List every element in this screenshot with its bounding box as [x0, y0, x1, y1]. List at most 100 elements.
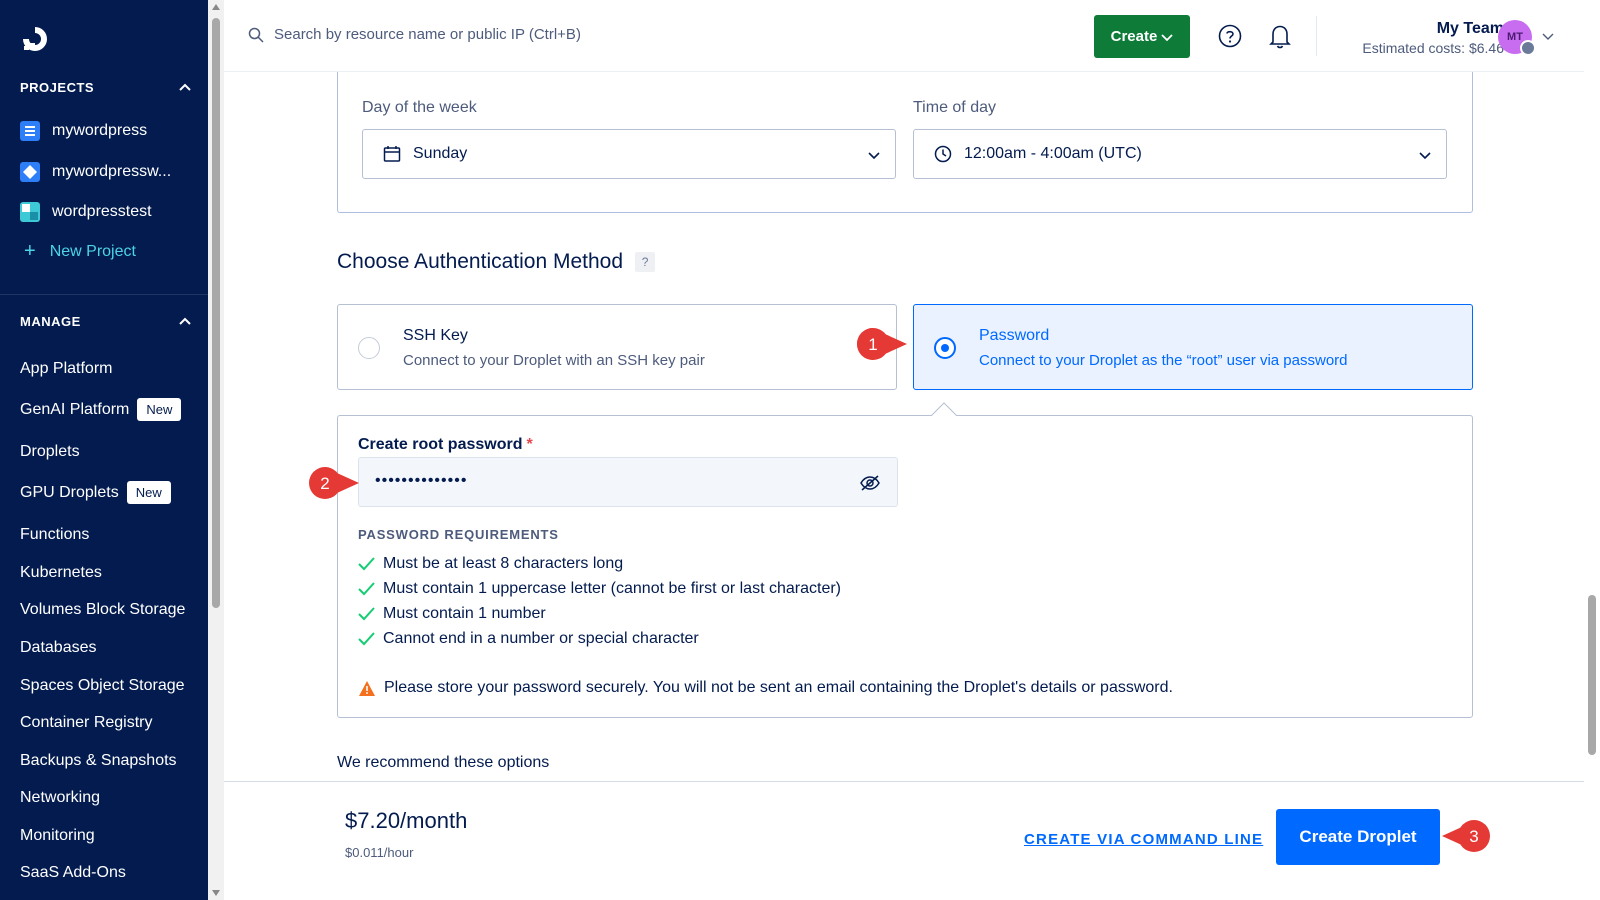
sidebar-project-mywordpressw[interactable]: mywordpressw...	[20, 162, 171, 182]
main-scrollbar[interactable]	[1584, 0, 1600, 900]
project-label: wordpresstest	[52, 203, 152, 220]
search-placeholder: Search by resource name or public IP (Ct…	[274, 26, 581, 43]
digitalocean-logo-icon[interactable]	[20, 24, 50, 54]
recommend-heading: We recommend these options	[337, 754, 550, 771]
manage-section-header[interactable]: MANAGE	[20, 314, 192, 329]
password-option-title: Password	[979, 327, 1050, 344]
warning-text: Please store your password securely. You…	[384, 679, 1173, 696]
requirement-item: Cannot end in a number or special charac…	[358, 630, 699, 648]
help-tooltip-icon[interactable]: ?	[635, 252, 656, 272]
requirement-item: Must be at least 8 characters long	[358, 555, 623, 573]
sidebar-item-genai-platform[interactable]: GenAI Platform New	[20, 398, 182, 421]
ssh-key-radio[interactable]	[358, 337, 380, 359]
sidebar-item-droplets[interactable]: Droplets	[20, 443, 80, 461]
hourly-price: $0.011/hour	[345, 845, 414, 860]
sidebar-item-saas-addons[interactable]: SaaS Add-Ons	[20, 864, 126, 882]
nav-label: GPU Droplets	[20, 483, 119, 501]
user-avatar-mini	[1520, 40, 1536, 56]
sidebar-item-volumes[interactable]: Volumes Block Storage	[20, 601, 185, 619]
sidebar-item-databases[interactable]: Databases	[20, 639, 97, 657]
checkmark-icon	[358, 582, 375, 596]
monthly-price: $7.20/month	[345, 808, 468, 833]
team-switcher[interactable]: My Team Estimated costs: $6.46	[1332, 20, 1504, 56]
sidebar-item-app-platform[interactable]: App Platform	[20, 360, 112, 378]
eye-slash-icon[interactable]	[859, 473, 881, 493]
search-icon	[248, 27, 264, 43]
chevron-down-icon	[868, 152, 880, 160]
sidebar-item-container-registry[interactable]: Container Registry	[20, 714, 153, 732]
auth-title-text: Choose Authentication Method	[337, 250, 624, 273]
requirement-text: Must be at least 8 characters long	[383, 555, 624, 572]
chevron-up-icon[interactable]	[178, 315, 192, 329]
sidebar-project-wordpresstest[interactable]: wordpresstest	[20, 202, 152, 222]
plus-icon: +	[24, 240, 36, 262]
ssh-key-option[interactable]: SSH Key Connect to your Droplet with an …	[337, 304, 897, 390]
chevron-up-icon[interactable]	[178, 81, 192, 95]
checkmark-icon	[358, 557, 375, 571]
sidebar-item-networking[interactable]: Networking	[20, 789, 100, 807]
project-label: mywordpress	[52, 122, 148, 139]
password-option-subtitle: Connect to your Droplet as the “root” us…	[979, 352, 1348, 369]
projects-section-header[interactable]: PROJECTS	[20, 80, 192, 95]
top-bar: Search by resource name or public IP (Ct…	[224, 0, 1584, 72]
create-button-label: Create	[1110, 28, 1158, 45]
chevron-down-icon[interactable]	[1542, 31, 1554, 41]
password-option[interactable]: Password Connect to your Droplet as the …	[913, 304, 1473, 390]
topbar-separator	[1316, 16, 1317, 56]
calendar-icon	[383, 146, 401, 162]
sidebar-project-mywordpress[interactable]: mywordpress	[20, 121, 147, 141]
day-of-week-select[interactable]: Sunday	[362, 129, 896, 179]
time-of-day-select[interactable]: 12:00am - 4:00am (UTC)	[913, 129, 1447, 179]
sidebar-item-functions[interactable]: Functions	[20, 526, 89, 544]
root-password-input[interactable]: ••••••••••••••	[358, 457, 898, 507]
nav-label: Databases	[20, 639, 97, 656]
create-button[interactable]: Create	[1094, 15, 1190, 58]
sidebar-item-spaces[interactable]: Spaces Object Storage	[20, 677, 185, 695]
nav-label: GenAI Platform	[20, 400, 130, 418]
chevron-down-icon	[1161, 33, 1173, 41]
requirement-text: Must contain 1 uppercase letter (cannot …	[383, 580, 841, 597]
nav-label: Spaces Object Storage	[20, 677, 185, 694]
bell-icon[interactable]	[1268, 23, 1292, 49]
sidebar-scrollbar[interactable]	[208, 0, 224, 900]
ssh-key-subtitle: Connect to your Droplet with an SSH key …	[403, 352, 705, 369]
required-mark: *	[526, 436, 533, 453]
new-badge: New	[137, 398, 182, 421]
day-of-week-label: Day of the week	[362, 99, 477, 116]
requirement-item: Must contain 1 uppercase letter (cannot …	[358, 580, 841, 598]
requirement-text: Must contain 1 number	[383, 605, 546, 622]
nav-label: Container Registry	[20, 714, 153, 731]
global-search[interactable]: Search by resource name or public IP (Ct…	[248, 26, 581, 43]
password-radio[interactable]	[934, 337, 956, 359]
create-footer: $7.20/month $0.011/hour CREATE VIA COMMA…	[224, 781, 1584, 900]
sidebar-item-monitoring[interactable]: Monitoring	[20, 827, 95, 845]
project-icon	[20, 202, 40, 222]
callout-marker-3: 3	[1442, 820, 1490, 852]
nav-label: App Platform	[20, 360, 113, 377]
sidebar-item-gpu-droplets[interactable]: GPU Droplets New	[20, 481, 171, 504]
sidebar-item-backups[interactable]: Backups & Snapshots	[20, 752, 177, 770]
project-icon	[20, 121, 40, 141]
create-via-cli-link[interactable]: CREATE VIA COMMAND LINE	[1024, 831, 1263, 848]
password-value: ••••••••••••••	[375, 472, 468, 489]
nav-label: Volumes Block Storage	[20, 601, 186, 618]
scrollbar-thumb[interactable]	[212, 18, 220, 608]
password-requirements-heading: PASSWORD REQUIREMENTS	[358, 527, 559, 542]
create-droplet-button[interactable]: Create Droplet	[1276, 809, 1440, 865]
scrollbar-thumb[interactable]	[1588, 595, 1596, 755]
sidebar-item-kubernetes[interactable]: Kubernetes	[20, 564, 102, 582]
password-warning: Please store your password securely. You…	[358, 679, 1173, 697]
scroll-up-arrow-icon[interactable]	[212, 4, 220, 10]
day-of-week-value: Sunday	[413, 145, 468, 162]
project-icon	[20, 162, 40, 182]
scroll-down-arrow-icon[interactable]	[212, 890, 220, 896]
requirement-text: Cannot end in a number or special charac…	[383, 630, 699, 647]
requirement-item: Must contain 1 number	[358, 605, 546, 623]
time-of-day-value: 12:00am - 4:00am (UTC)	[964, 145, 1142, 162]
nav-label: Kubernetes	[20, 564, 102, 581]
warning-icon	[359, 680, 375, 696]
new-project-link[interactable]: + New Project	[20, 240, 136, 263]
callout-number: 2	[320, 474, 329, 493]
help-circle-icon[interactable]	[1218, 24, 1242, 48]
callout-number: 1	[868, 335, 877, 354]
